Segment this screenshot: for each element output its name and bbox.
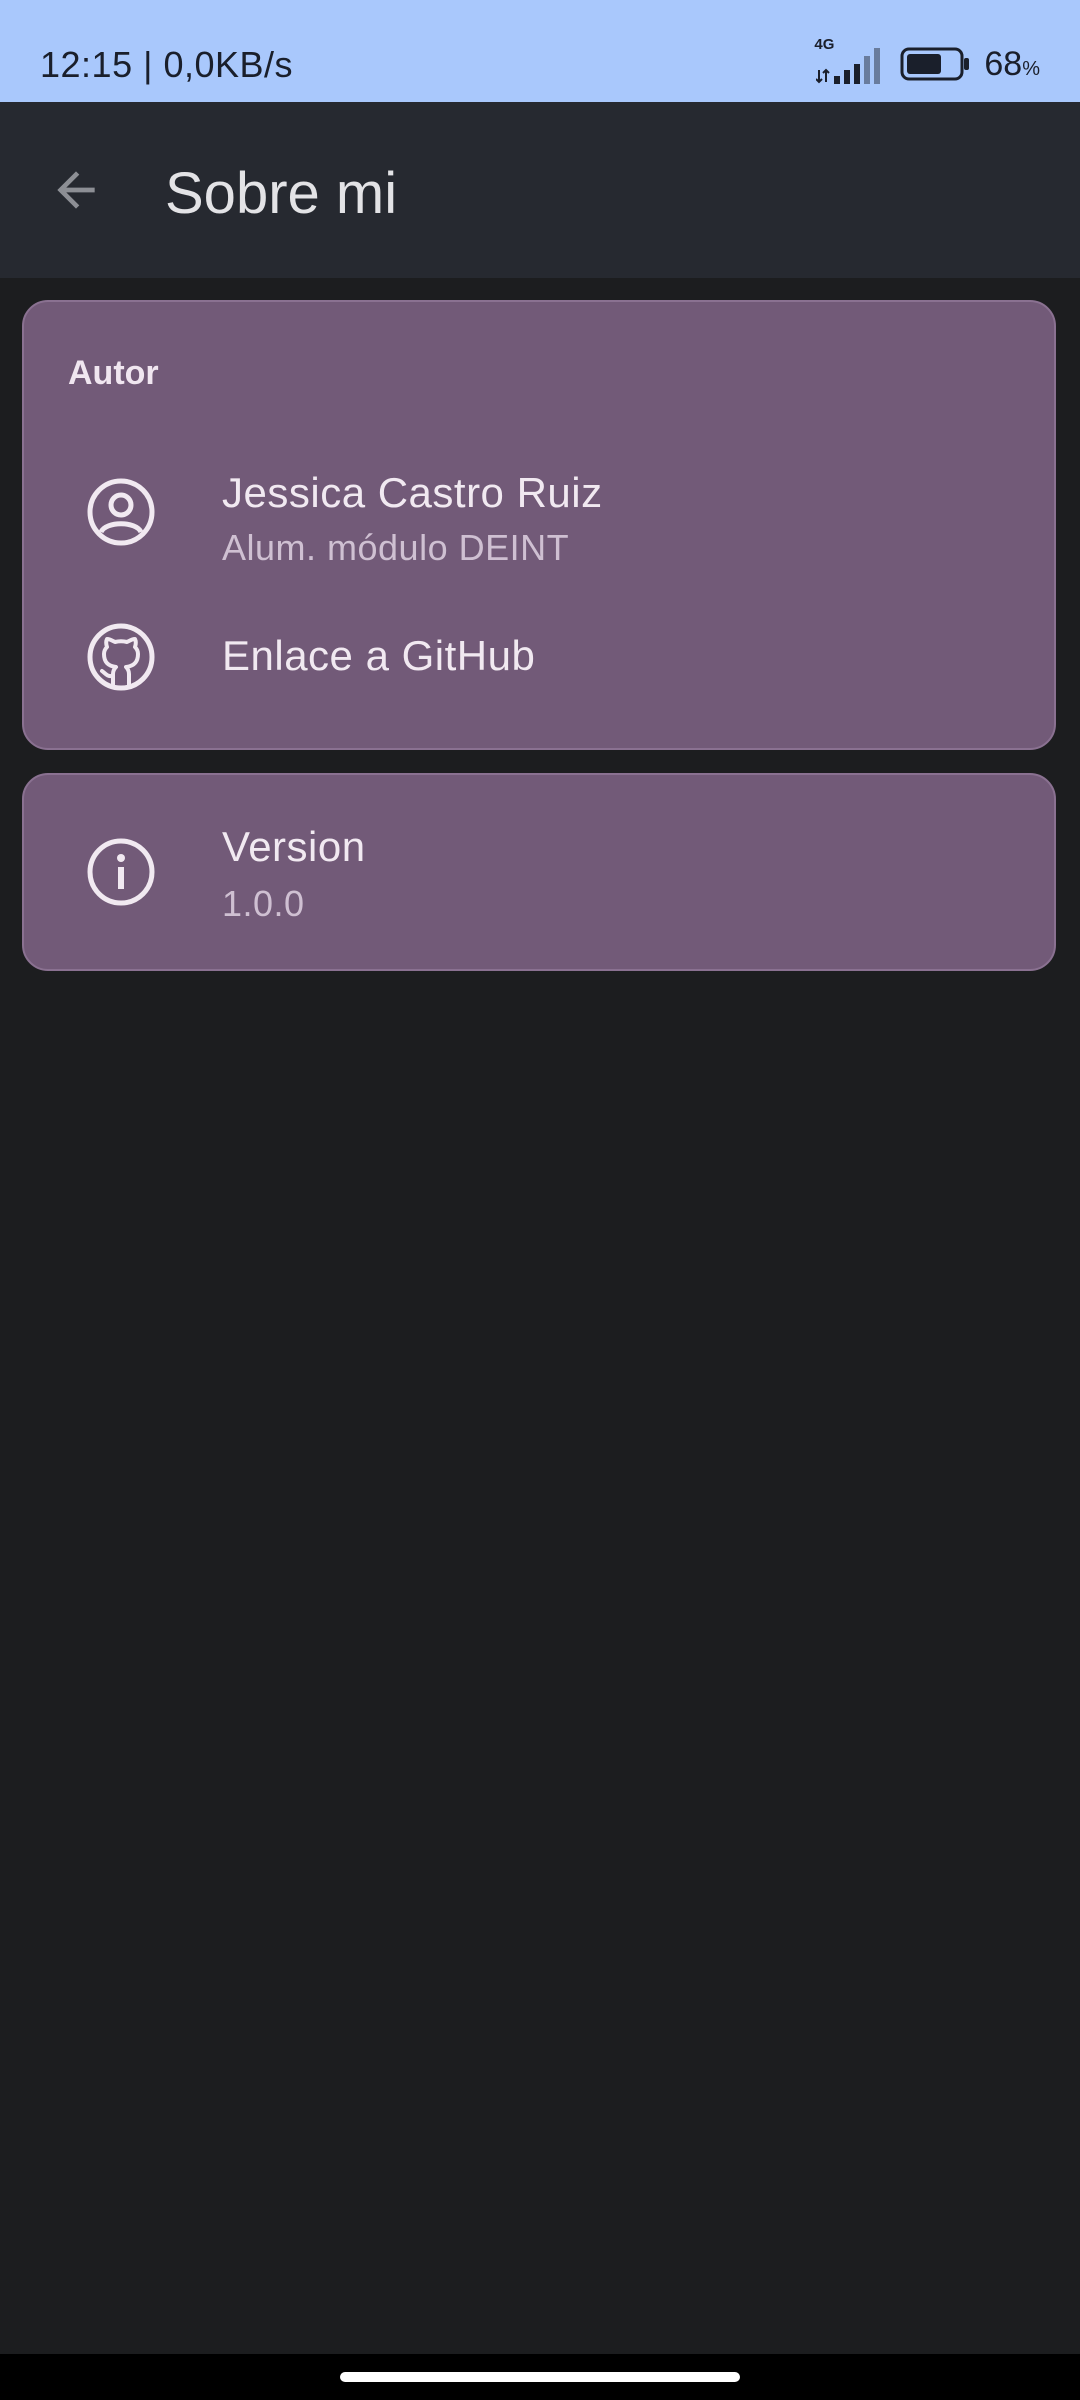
- github-icon: [87, 623, 155, 691]
- arrow-back-icon: [57, 171, 95, 209]
- battery-fill: [907, 54, 942, 74]
- app-bar: Sobre mi: [0, 102, 1080, 278]
- home-gesture-handle[interactable]: [340, 2372, 740, 2382]
- info-icon: [87, 838, 155, 906]
- version-value: 1.0.0: [222, 883, 305, 924]
- author-subtitle: Alum. módulo DEINT: [222, 527, 570, 568]
- version-title: Version: [222, 823, 366, 870]
- signal-icon: 4G: [814, 36, 886, 86]
- github-link-label: Enlace a GitHub: [222, 632, 536, 679]
- page-title: Sobre mi: [165, 161, 398, 226]
- section-title-autor: Autor: [68, 354, 159, 392]
- github-link-row[interactable]: Enlace a GitHub: [24, 602, 1054, 712]
- account-circle-icon: [87, 478, 155, 546]
- battery-percent: 68%: [984, 44, 1040, 83]
- version-row[interactable]: Version 1.0.0: [24, 775, 1054, 973]
- battery-icon: [900, 47, 970, 81]
- version-card: Version 1.0.0: [22, 773, 1056, 971]
- author-name: Jessica Castro Ruiz: [222, 469, 603, 516]
- status-time: 12:15 | 0,0KB/s: [40, 44, 294, 85]
- back-button[interactable]: [38, 152, 114, 228]
- status-icons: 4G 68%: [814, 36, 1040, 86]
- author-row[interactable]: Jessica Castro Ruiz Alum. módulo DEINT: [24, 447, 1054, 577]
- network-type-label: 4G: [814, 36, 835, 53]
- author-card: Autor Jessica Castro Ruiz Alum. módulo D…: [22, 300, 1056, 750]
- gesture-navigation-bar: [0, 2354, 1080, 2400]
- status-bar: 12:15 | 0,0KB/s 4G 68%: [0, 0, 1080, 102]
